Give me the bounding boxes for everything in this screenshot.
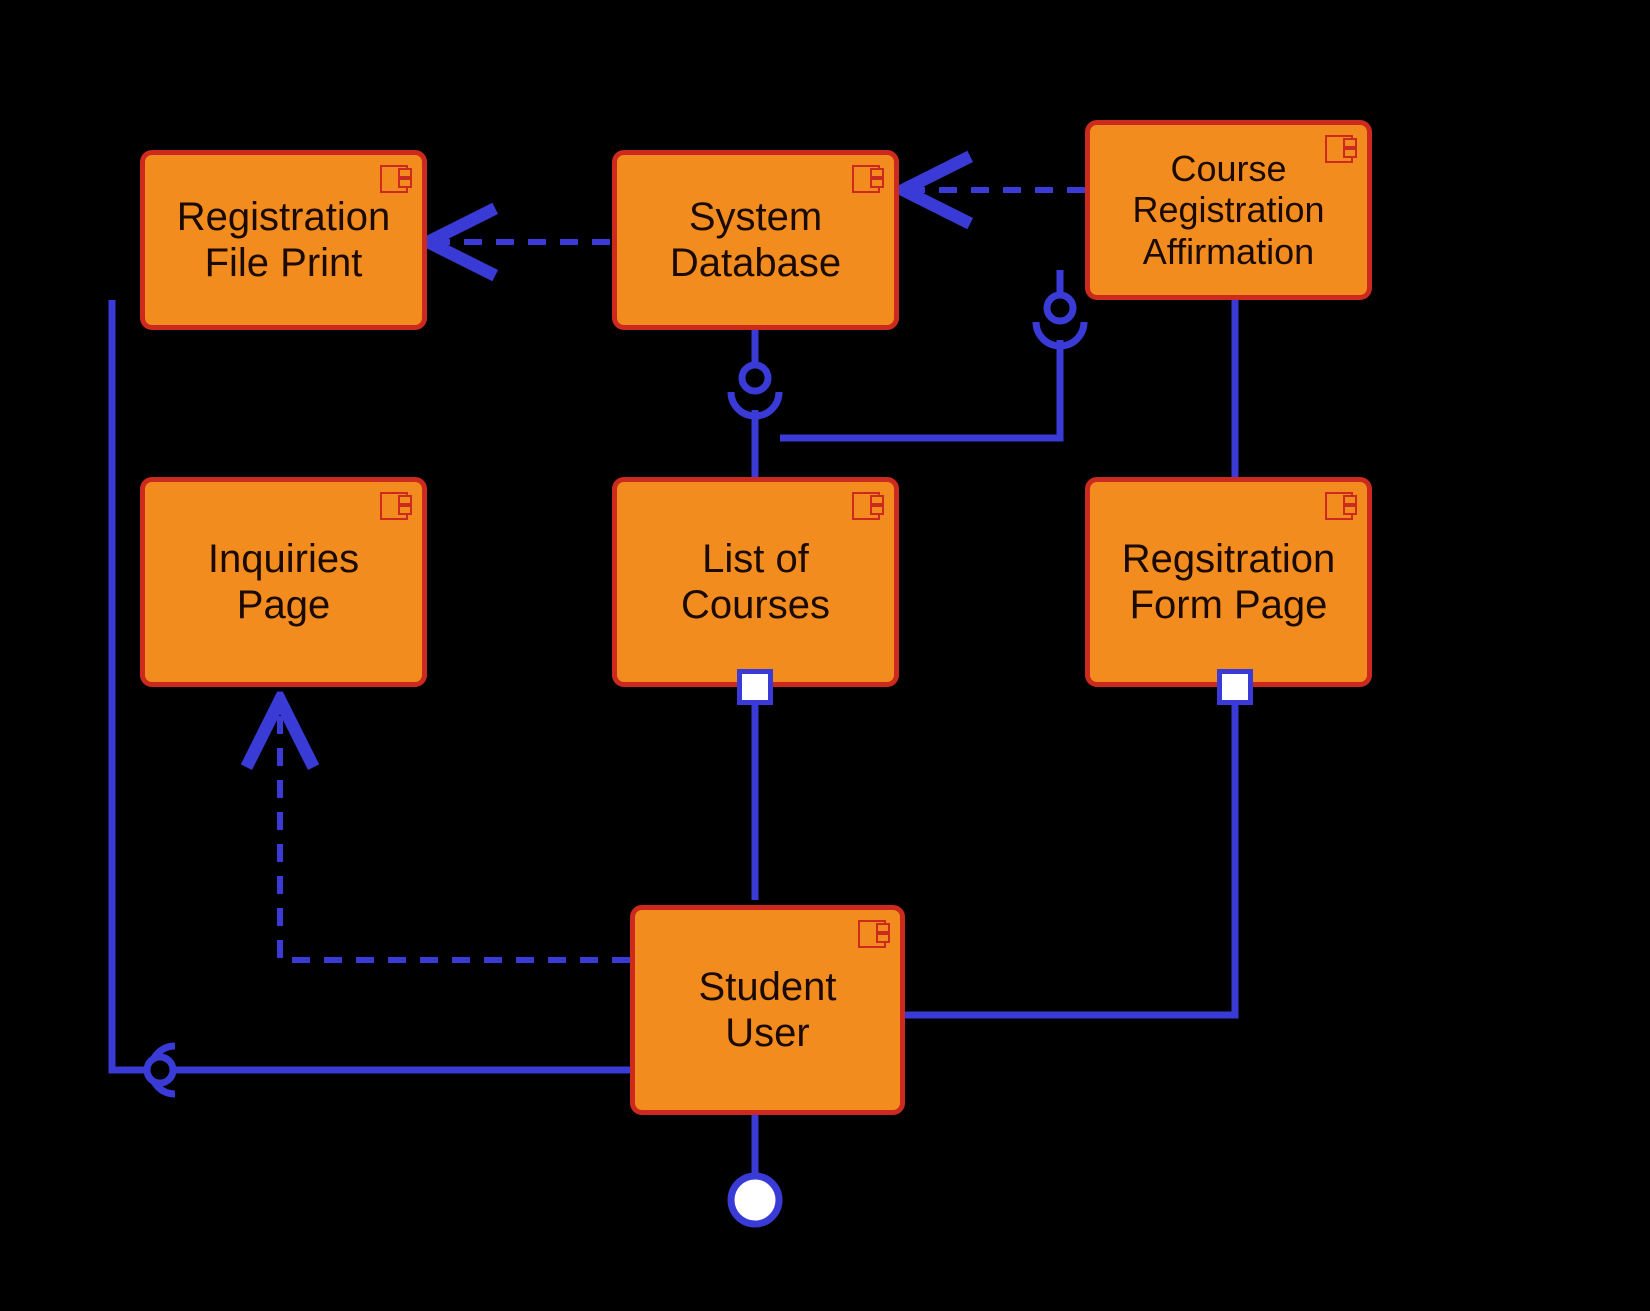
component-label: Student User — [699, 964, 837, 1056]
component-system-database: System Database — [612, 150, 899, 330]
component-student-user: Student User — [630, 905, 905, 1115]
dep-student-to-inquiries — [280, 700, 630, 960]
req-courses-to-systemdb-socket — [731, 392, 779, 416]
uml-component-diagram: Registration File Print System Database … — [0, 0, 1650, 1311]
component-registration-file-print: Registration File Print — [140, 150, 427, 330]
component-icon — [380, 492, 410, 516]
component-icon — [380, 165, 410, 189]
component-icon — [852, 492, 882, 516]
component-label: System Database — [670, 194, 841, 286]
component-list-of-courses: List of Courses — [612, 477, 899, 687]
component-course-registration-affirmation: Course Registration Affirmation — [1085, 120, 1372, 300]
component-label: Inquiries Page — [208, 536, 359, 628]
component-icon — [858, 920, 888, 944]
port-list-of-courses — [737, 669, 773, 705]
component-inquiries-page: Inquiries Page — [140, 477, 427, 687]
component-icon — [852, 165, 882, 189]
prov-regfileprint-remote-ball — [147, 1057, 173, 1083]
component-label: Registration File Print — [177, 194, 390, 286]
prov-student-ball — [731, 1176, 779, 1224]
top-bus-courses-to-formpage — [780, 340, 1060, 438]
component-label: Regsitration Form Page — [1122, 536, 1335, 628]
component-icon — [1325, 135, 1355, 159]
port-registration-form-page — [1217, 669, 1253, 705]
prov-affirm-ball — [1047, 295, 1073, 321]
assoc-student-to-formpage — [905, 700, 1235, 1015]
component-registration-form-page: Regsitration Form Page — [1085, 477, 1372, 687]
prov-systemdb-ball — [742, 365, 768, 391]
component-label: Course Registration Affirmation — [1132, 148, 1324, 272]
component-icon — [1325, 492, 1355, 516]
prov-regfileprint-remote-stem — [112, 300, 147, 1070]
req-affirm-socket — [1036, 322, 1084, 346]
component-label: List of Courses — [681, 536, 830, 628]
req-student-to-regfileprint-socket — [151, 1046, 175, 1094]
